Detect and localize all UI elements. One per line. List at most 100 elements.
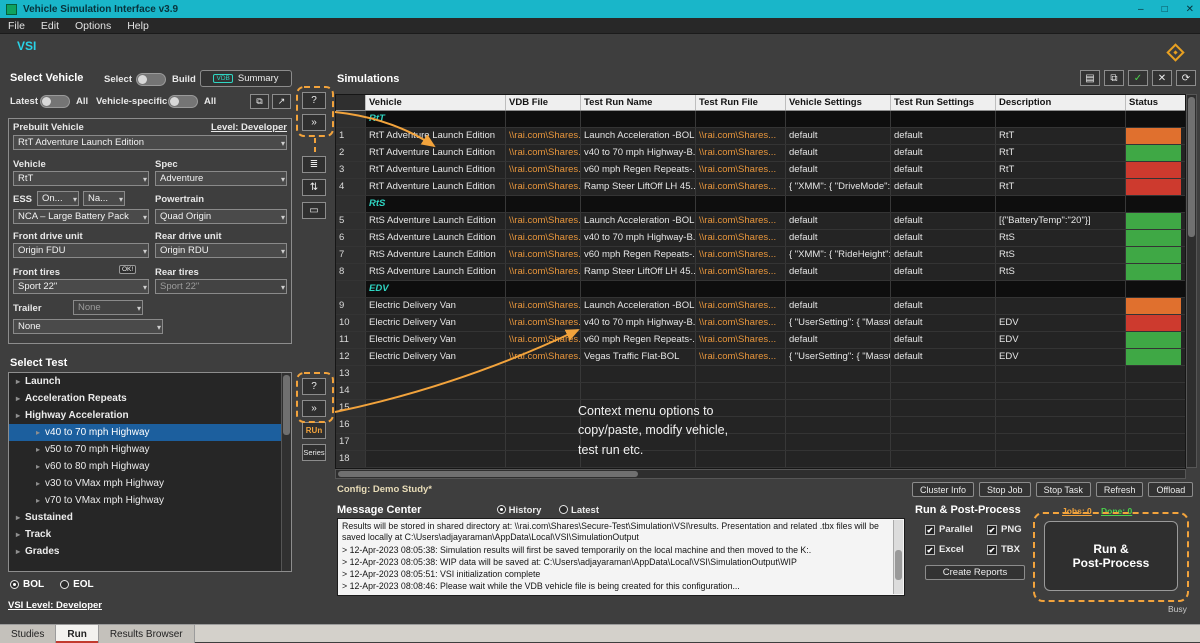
cell[interactable]: 11 <box>336 332 366 348</box>
cell[interactable]: \\rai.com\Shares... <box>506 332 581 348</box>
cell[interactable]: v60 mph Regen Repeats-... <box>581 162 696 178</box>
cell[interactable]: \\rai.com\Shares... <box>506 315 581 331</box>
document-icon[interactable]: ▤ <box>1080 70 1100 86</box>
status-cell[interactable] <box>1126 230 1181 246</box>
status-cell[interactable] <box>1126 128 1181 144</box>
cell[interactable]: v60 mph Regen Repeats-... <box>581 332 696 348</box>
column-header-test-run-file[interactable]: Test Run File <box>696 95 786 110</box>
cell[interactable]: RtT <box>996 128 1126 144</box>
cell[interactable]: \\rai.com\Shares... <box>506 179 581 195</box>
eol-radio[interactable] <box>60 580 69 589</box>
cell[interactable] <box>366 434 506 450</box>
cell[interactable]: \\rai.com\Shares... <box>696 145 786 161</box>
column-header-vehicle-settings[interactable]: Vehicle Settings <box>786 95 891 110</box>
test-item-track[interactable]: ▸Track <box>9 526 291 543</box>
table-hscroll-thumb[interactable] <box>338 471 638 477</box>
cell[interactable]: default <box>786 332 891 348</box>
checkbox-checked-icon[interactable]: ✔ <box>925 525 935 535</box>
status-cell[interactable] <box>1126 264 1181 280</box>
cell[interactable] <box>506 366 581 382</box>
cell[interactable] <box>696 383 786 399</box>
cell[interactable]: \\rai.com\Shares... <box>506 298 581 314</box>
offload-button[interactable]: Offload <box>1148 482 1193 497</box>
prebuilt-vehicle-dropdown[interactable]: RtT Adventure Launch Edition <box>13 135 287 150</box>
table-sort-icon-button[interactable]: ⇅ <box>302 179 326 196</box>
table-row[interactable]: 1RtT Adventure Launch Edition\\rai.com\S… <box>336 128 1185 145</box>
test-item-sustained[interactable]: ▸Sustained <box>9 509 291 526</box>
cell[interactable]: v40 to 70 mph Highway-B... <box>581 145 696 161</box>
close-button[interactable]: ✕ <box>1186 4 1194 15</box>
maximize-button[interactable]: □ <box>1162 4 1168 15</box>
trailer-small-dropdown[interactable]: None <box>73 300 143 315</box>
rear-drive-dropdown[interactable]: Origin RDU <box>155 243 287 258</box>
cell[interactable]: RtT Adventure Launch Edition <box>366 145 506 161</box>
cell[interactable]: { "XMM": { "RideHeight": "Lo... <box>786 247 891 263</box>
cell[interactable]: RtS Adventure Launch Edition <box>366 230 506 246</box>
option-png[interactable]: ✔PNG <box>987 524 1039 535</box>
column-header-vehicle[interactable]: Vehicle <box>366 95 506 110</box>
cell[interactable]: Electric Delivery Van <box>366 315 506 331</box>
cell[interactable]: 5 <box>336 213 366 229</box>
cell[interactable]: RtT Adventure Launch Edition <box>366 162 506 178</box>
cell[interactable]: v40 to 70 mph Highway-B... <box>581 230 696 246</box>
cell[interactable]: default <box>891 247 996 263</box>
column-header-vdb-file[interactable]: VDB File <box>506 95 581 110</box>
cell[interactable]: { "XMM": { "DriveMode": "E... <box>786 179 891 195</box>
cell[interactable]: \\rai.com\Shares... <box>506 264 581 280</box>
option-parallel[interactable]: ✔Parallel <box>925 524 987 535</box>
create-reports-button[interactable]: Create Reports <box>925 565 1025 580</box>
table-row[interactable]: 3RtT Adventure Launch Edition\\rai.com\S… <box>336 162 1185 179</box>
status-cell[interactable] <box>1126 247 1181 263</box>
cell[interactable]: \\rai.com\Shares... <box>696 179 786 195</box>
status-cell[interactable] <box>1126 383 1181 399</box>
cell[interactable]: default <box>891 315 996 331</box>
message-scrollbar[interactable] <box>893 520 903 594</box>
table-row[interactable]: 4RtT Adventure Launch Edition\\rai.com\S… <box>336 179 1185 196</box>
cell[interactable]: \\rai.com\Shares... <box>696 213 786 229</box>
test-item-v30-to-vmax-mph-highway[interactable]: ▸v30 to VMax mph Highway <box>9 475 291 492</box>
column-header-test-run-name[interactable]: Test Run Name <box>581 95 696 110</box>
cell[interactable]: 14 <box>336 383 366 399</box>
test-item-v40-to-70-mph-highway[interactable]: ▸v40 to 70 mph Highway <box>9 424 291 441</box>
cell[interactable]: Electric Delivery Van <box>366 332 506 348</box>
option-tbx[interactable]: ✔TBX <box>987 544 1039 555</box>
trailer-dropdown[interactable]: None <box>13 319 163 334</box>
cell[interactable]: Launch Acceleration -BOL <box>581 128 696 144</box>
ess-dropdown-2[interactable]: Na... <box>83 191 125 206</box>
cell[interactable] <box>891 400 996 416</box>
cell[interactable]: default <box>891 332 996 348</box>
cell[interactable]: Launch Acceleration -BOL <box>581 213 696 229</box>
latest-option[interactable]: Latest <box>559 505 599 516</box>
menu-edit[interactable]: Edit <box>41 20 59 32</box>
cell[interactable]: default <box>891 145 996 161</box>
cell[interactable] <box>366 417 506 433</box>
table-frame-icon-button[interactable]: ▭ <box>302 202 326 219</box>
cell[interactable]: \\rai.com\Shares... <box>696 332 786 348</box>
cell[interactable] <box>506 434 581 450</box>
cell[interactable]: default <box>891 128 996 144</box>
cell[interactable]: \\rai.com\Shares... <box>506 162 581 178</box>
table-row[interactable]: 13 <box>336 366 1185 383</box>
status-cell[interactable] <box>1126 145 1181 161</box>
cell[interactable]: default <box>891 162 996 178</box>
front-drive-dropdown[interactable]: Origin FDU <box>13 243 149 258</box>
status-cell[interactable] <box>1126 298 1181 314</box>
cell[interactable]: RtT <box>996 162 1126 178</box>
table-row[interactable]: 11Electric Delivery Van\\rai.com\Shares.… <box>336 332 1185 349</box>
cell[interactable] <box>581 366 696 382</box>
cell[interactable] <box>506 451 581 467</box>
cell[interactable]: Launch Acceleration -BOL <box>581 298 696 314</box>
validate-icon[interactable]: ✓ <box>1128 70 1148 86</box>
refresh-button[interactable]: Refresh <box>1096 482 1144 497</box>
cell[interactable]: v60 mph Regen Repeats-... <box>581 247 696 263</box>
checkbox-checked-icon[interactable]: ✔ <box>987 525 997 535</box>
test-item-v70-to-vmax-mph-highway[interactable]: ▸v70 to VMax mph Highway <box>9 492 291 509</box>
table-row[interactable]: 9Electric Delivery Van\\rai.com\Shares..… <box>336 298 1185 315</box>
tab-studies[interactable]: Studies <box>0 625 56 643</box>
cell[interactable]: EDV <box>996 349 1126 365</box>
cell[interactable]: \\rai.com\Shares... <box>696 298 786 314</box>
cell[interactable]: default <box>891 179 996 195</box>
cell[interactable]: \\rai.com\Shares... <box>696 162 786 178</box>
stop-job-button[interactable]: Stop Job <box>979 482 1031 497</box>
history-option[interactable]: History <box>497 505 541 516</box>
